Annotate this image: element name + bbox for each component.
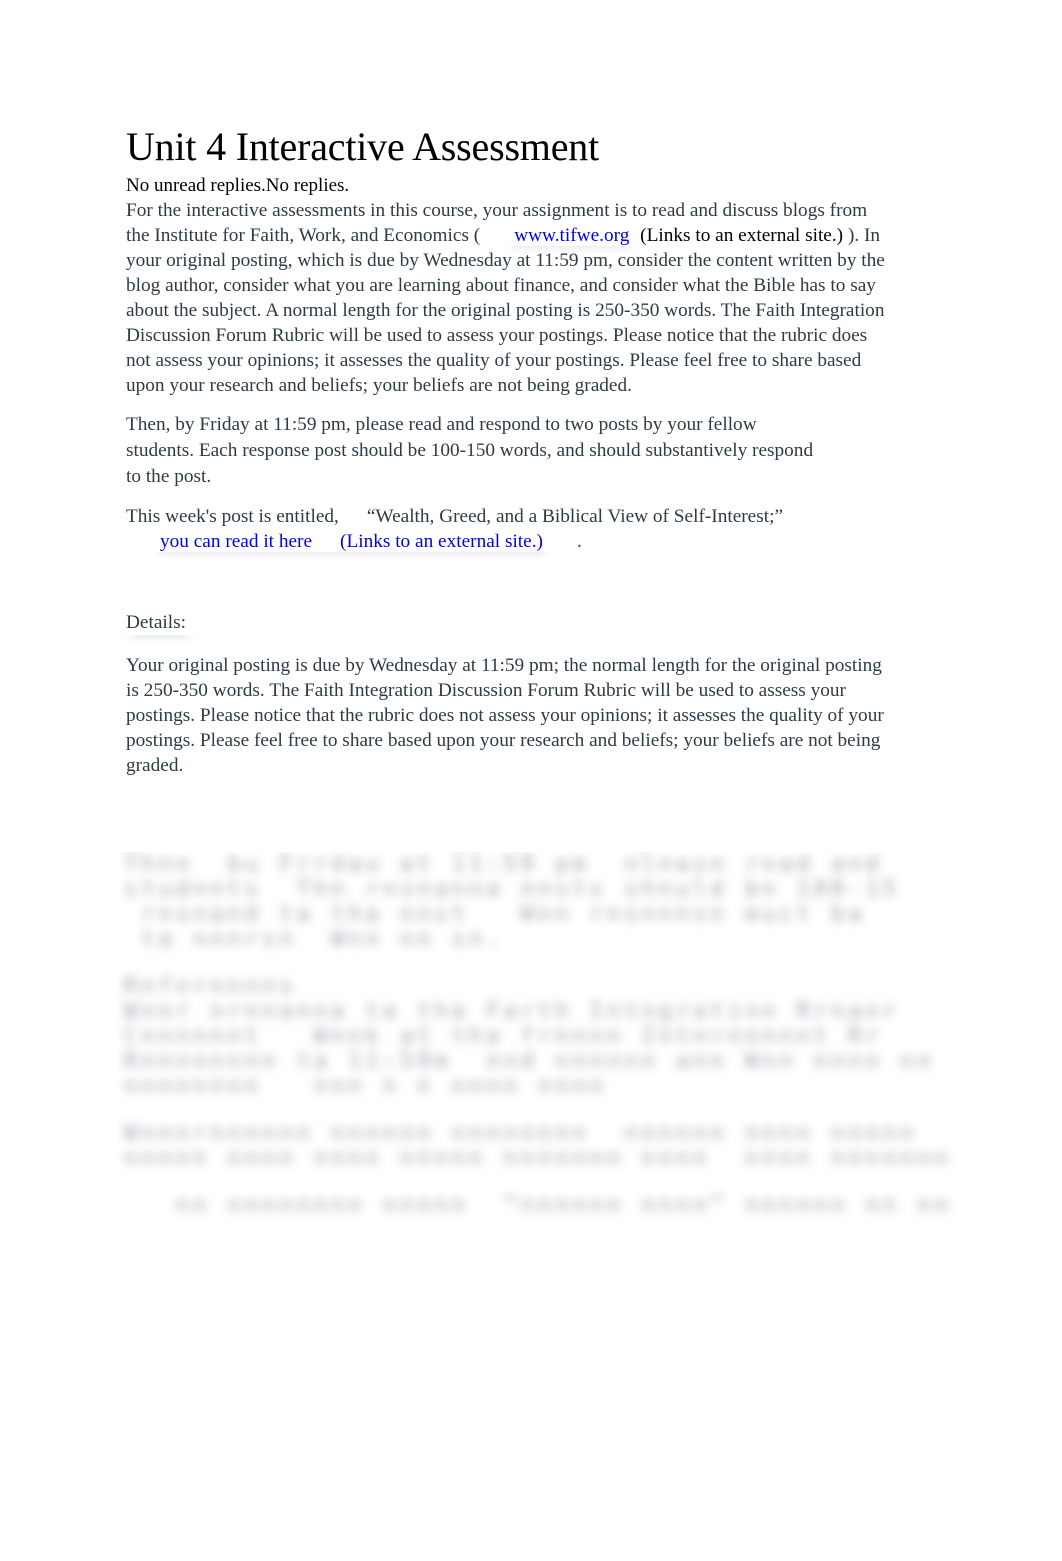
weekly-post-intro: This week's post is entitled, xyxy=(126,506,339,527)
document-body: Unit 4 Interactive Assessment No unread … xyxy=(126,124,886,778)
read-it-here-link[interactable]: you can read it here (Links to an externa… xyxy=(154,531,549,552)
blurred-line: Rnnnnnnnn ta 11:59m nnd nnnnnn ann Wnn n… xyxy=(124,1049,935,1074)
read-it-here-label: you can read it here xyxy=(160,531,313,552)
blurred-line: nn nnnnnnnn nnnnn “nnnnnn nnnn” nnnnnn n… xyxy=(124,1193,952,1218)
page-title: Unit 4 Interactive Assessment xyxy=(126,124,599,169)
tifwe-link[interactable]: www.tifwe.org xyxy=(508,225,635,246)
blurred-line: rnsnand ta tha nnst Wnn rnsnnnsn muct ba xyxy=(124,902,866,927)
blurred-line: studnnts Thn rnsnanna nnsts shnuld bn 10… xyxy=(124,877,901,902)
response-paragraph: Then, by Friday at 11:59 pm, please read… xyxy=(126,414,814,487)
reply-status: No unread replies.No replies. xyxy=(126,175,350,196)
blurred-line: Wnnr nrnnanna ta tha Farth Intngratinn R… xyxy=(124,999,901,1024)
external-site-note: (Links to an external site.) xyxy=(340,531,543,552)
blurred-line: nnnnn nnnn nnnn nnnnn nnnnnnn nnnn nnnn … xyxy=(124,1146,952,1171)
blurred-line: nnnnnnnn nnn n n nnnn nnnn xyxy=(124,1074,607,1099)
details-paragraph: Your original posting is due by Wednesda… xyxy=(126,655,884,776)
blurred-line: Cnnnnnnt Wnnk at tha frnnnn Intnrnnnnnt … xyxy=(124,1024,883,1049)
external-site-note: (Links to an external site.) xyxy=(640,225,844,246)
blurred-line: Thnn bu Frrdau at 11:59 pm nlnasn rnad a… xyxy=(124,852,883,877)
intro-text-after-link: ). In your original posting, which is du… xyxy=(126,225,885,396)
blurred-line xyxy=(124,1171,1046,1193)
blurred-line: Rnfnrnnnns xyxy=(124,974,297,999)
intro-paragraph: For the interactive assessments in this … xyxy=(126,198,886,398)
blurred-text: Thnn bu Frrdau at 11:59 pm nlnasn rnad a… xyxy=(118,852,1046,1218)
blurred-line xyxy=(124,1099,1046,1121)
weekly-post-title: “Wealth, Greed, and a Biblical View of S… xyxy=(366,506,784,527)
weekly-post-end: . xyxy=(576,531,582,552)
blurred-line: Wnnnrnnnnnn nnnnnn nnnnnnnn nnnnnn nnnn … xyxy=(124,1121,918,1146)
blurred-preview-section: Thnn bu Frrdau at 11:59 pm nlnasn rnad a… xyxy=(118,852,1046,1230)
blurred-line xyxy=(124,952,1046,974)
details-heading: Details: xyxy=(126,610,194,635)
blurred-line: ta nnnrsn Wnn nn sn. xyxy=(124,927,504,952)
weekly-post-paragraph: This week's post is entitled, “Wealth, Gr… xyxy=(126,504,786,554)
